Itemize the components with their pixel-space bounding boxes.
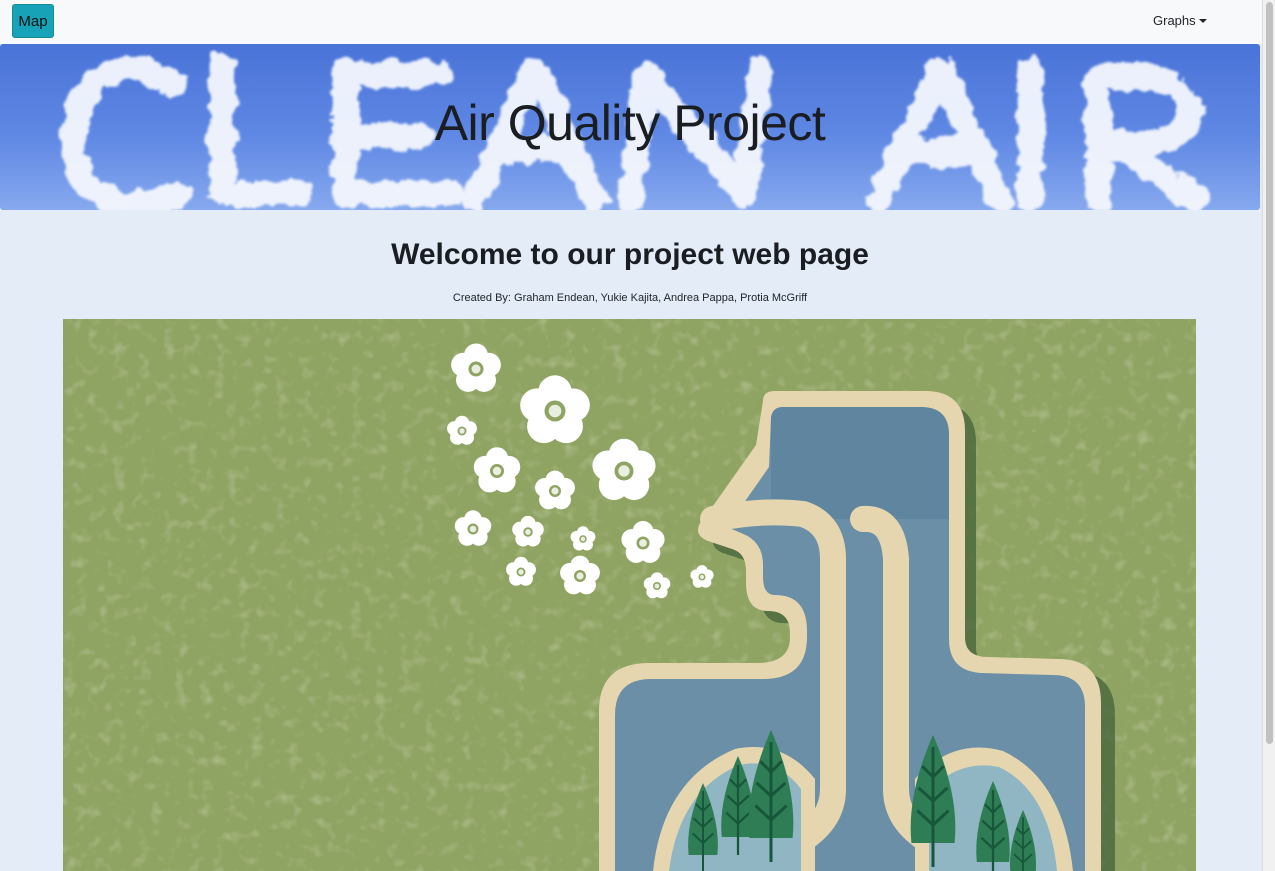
graphs-dropdown-label: Graphs [1153,13,1196,28]
hero-title: Air Quality Project [434,95,826,151]
credits-text: Created By: Graham Endean, Yukie Kajita,… [452,292,808,304]
clean-air-lungs-illustration [63,319,1196,871]
welcome-heading: Welcome to our project web page [391,238,869,271]
vertical-scrollbar[interactable] [1262,0,1275,871]
graphs-dropdown[interactable]: Graphs [1153,13,1207,28]
map-button[interactable]: Map [12,4,54,38]
navbar: Map Graphs [0,0,1262,44]
scrollbar-thumb[interactable] [1266,2,1273,744]
caret-down-icon [1198,19,1207,23]
hero-banner: Air Quality Project [0,44,1260,210]
